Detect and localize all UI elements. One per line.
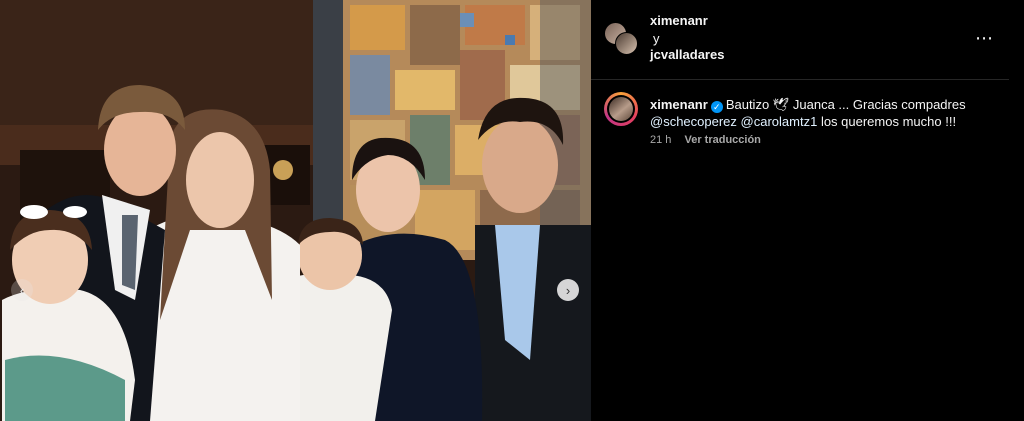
- page-edge: [1009, 0, 1024, 421]
- photo-illustration: [0, 0, 591, 421]
- mention-link[interactable]: @schecoperez: [650, 114, 737, 129]
- username-link[interactable]: ximenanr: [650, 13, 708, 28]
- caption-text: Bautizo 🕊 Juanca ... Gracias compadres: [725, 97, 966, 112]
- avatar: [609, 97, 633, 121]
- caption-username[interactable]: ximenanr: [650, 97, 708, 112]
- chevron-right-icon: ›: [565, 282, 571, 298]
- username-link[interactable]: jcvalladares: [650, 47, 724, 62]
- collab-separator: y: [653, 31, 660, 46]
- caption-meta: 21 h Ver traducción: [650, 134, 761, 146]
- see-translation-button[interactable]: Ver traducción: [684, 134, 760, 146]
- collab-avatars[interactable]: [604, 22, 638, 56]
- post-caption: ximenanr ✓ Bautizo 🕊 Juanca ... Gracias co…: [650, 96, 990, 130]
- caption-avatar[interactable]: [604, 92, 638, 126]
- caption-text: los queremos mucho !!!: [820, 114, 957, 129]
- timestamp: 21 h: [650, 134, 672, 146]
- avatar[interactable]: [615, 32, 638, 55]
- post-header: ximenanr y jcvalladares ⋯: [591, 0, 1009, 80]
- post-sidebar: ximenanr y jcvalladares ⋯ ximenanr ✓ Bauti…: [591, 0, 1009, 421]
- carousel-next-button[interactable]: ›: [557, 279, 579, 301]
- verified-badge-icon: ✓: [710, 101, 723, 113]
- more-options-icon[interactable]: ⋯: [975, 28, 994, 49]
- carousel-prev-button[interactable]: ‹: [11, 279, 33, 301]
- mention-link[interactable]: @carolamtz1: [741, 114, 818, 129]
- post-photo[interactable]: ‹ ›: [0, 0, 591, 421]
- chevron-left-icon: ‹: [19, 282, 25, 298]
